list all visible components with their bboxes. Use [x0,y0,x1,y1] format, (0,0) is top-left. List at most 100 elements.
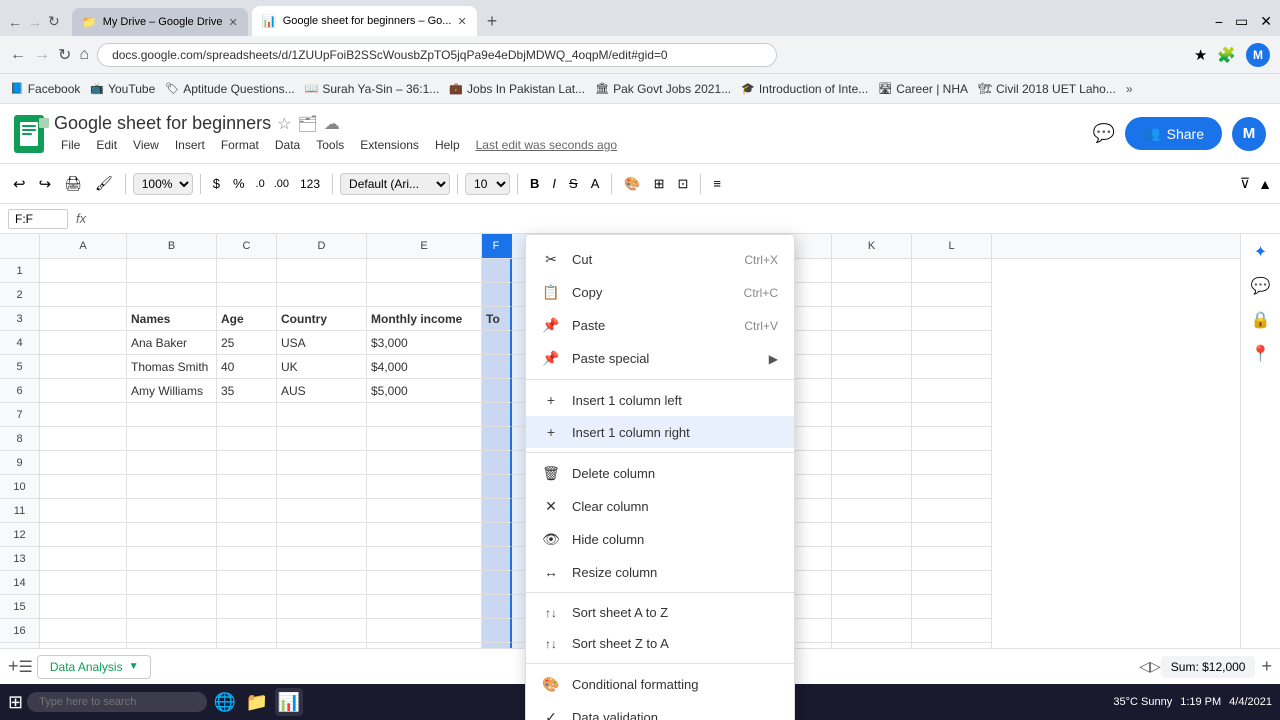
sheet-list-button[interactable]: ☰ [19,657,33,677]
grid-cell[interactable] [217,451,277,475]
grid-cell[interactable]: 35 [217,379,277,403]
ctx-paste[interactable]: 📌 Paste Ctrl+V [526,309,794,342]
grid-cell[interactable] [40,403,127,427]
address-input[interactable] [97,43,777,67]
cloud-icon[interactable]: ☁ [324,114,340,134]
scroll-right-button[interactable]: ▷ [1150,658,1161,675]
cell-reference-input[interactable] [8,209,68,229]
grid-cell[interactable] [832,355,912,379]
grid-cell[interactable] [40,331,127,355]
maximize-button[interactable]: ▭ [1235,13,1248,30]
grid-cell[interactable] [482,619,512,643]
grid-cell[interactable] [832,475,912,499]
grid-cell[interactable] [40,619,127,643]
grid-cell[interactable] [127,283,217,307]
grid-cell[interactable] [482,499,512,523]
grid-cell[interactable] [40,571,127,595]
grid-cell[interactable] [482,595,512,619]
col-header-k[interactable]: K [832,234,912,258]
bold-button[interactable]: B [525,172,544,195]
grid-cell[interactable]: $3,000 [367,331,482,355]
grid-cell[interactable]: Age [217,307,277,331]
col-header-a[interactable]: A [40,234,127,258]
menu-view[interactable]: View [126,136,166,154]
grid-cell[interactable] [832,427,912,451]
grid-cell[interactable]: UK [277,355,367,379]
grid-cell[interactable] [277,259,367,283]
ctx-delete-col[interactable]: 🗑 Delete column [526,457,794,490]
font-select[interactable]: Default (Ari... [340,173,450,195]
sidebar-explore-icon[interactable]: ✦ [1254,242,1267,262]
grid-cell[interactable] [40,427,127,451]
grid-cell[interactable] [832,259,912,283]
bookmark-intro[interactable]: 🎓Introduction of Inte... [741,82,868,96]
ctx-copy[interactable]: 📋 Copy Ctrl+C [526,276,794,309]
grid-cell[interactable] [832,619,912,643]
grid-cell[interactable] [912,595,992,619]
reload-button[interactable]: ↻ [48,13,60,30]
ctx-data-validation[interactable]: ✓ Data validation [526,701,794,720]
grid-cell[interactable] [912,403,992,427]
grid-cell[interactable] [40,475,127,499]
grid-cell[interactable] [912,547,992,571]
sheet-tab-data-analysis[interactable]: Data Analysis ▼ [37,655,152,679]
back-button[interactable]: ← [8,14,22,30]
grid-cell[interactable] [482,259,512,283]
grid-cell[interactable] [832,307,912,331]
grid-cell[interactable] [912,523,992,547]
grid-cell[interactable] [832,331,912,355]
bookmark-civil[interactable]: 🏗Civil 2018 UET Laho... [978,82,1116,96]
grid-cell[interactable] [40,499,127,523]
taskbar-explorer-icon[interactable]: 📁 [243,688,271,716]
print-button[interactable]: 🖨 [59,171,87,196]
grid-cell[interactable] [217,547,277,571]
col-header-d[interactable]: D [277,234,367,258]
grid-cell[interactable] [912,451,992,475]
sidebar-lock-icon[interactable]: 🔒 [1251,310,1271,330]
grid-cell[interactable]: Thomas Smith [127,355,217,379]
grid-cell[interactable] [367,283,482,307]
grid-cell[interactable] [367,451,482,475]
grid-cell[interactable] [367,259,482,283]
grid-cell[interactable] [127,259,217,283]
grid-cell[interactable] [127,427,217,451]
grid-cell[interactable] [482,283,512,307]
grid-cell[interactable] [277,595,367,619]
user-avatar[interactable]: M [1232,117,1266,151]
collapse-toolbar[interactable]: ▲ [1258,176,1272,192]
font-size-select[interactable]: 10 [465,173,510,195]
menu-data[interactable]: Data [268,136,307,154]
bookmark-surah[interactable]: 📖Surah Ya-Sin – 36:1... [305,82,440,96]
grid-cell[interactable] [127,619,217,643]
grid-cell[interactable] [912,499,992,523]
strikethrough-button[interactable]: S [564,172,583,195]
sheet-dropdown-icon[interactable]: ▼ [129,661,139,672]
grid-cell[interactable] [482,403,512,427]
ctx-clear-col[interactable]: ✕ Clear column [526,490,794,523]
ctx-sort-az[interactable]: ↑↓ Sort sheet A to Z [526,597,794,628]
ctx-insert-col-right[interactable]: + Insert 1 column right [526,416,794,448]
menu-insert[interactable]: Insert [168,136,212,154]
grid-cell[interactable] [482,475,512,499]
grid-cell[interactable]: Names [127,307,217,331]
grid-cell[interactable] [127,547,217,571]
close-button[interactable]: ✕ [1260,13,1272,30]
col-header-b[interactable]: B [127,234,217,258]
grid-cell[interactable] [367,547,482,571]
fill-color-button[interactable]: 🎨 [619,172,645,196]
add-sheet-button[interactable]: + [8,656,19,677]
grid-cell[interactable] [912,379,992,403]
new-tab-button[interactable]: + [481,11,504,32]
italic-button[interactable]: I [547,172,561,195]
home-button[interactable]: ⌂ [79,46,89,64]
grid-cell[interactable] [482,379,512,403]
grid-cell[interactable]: 25 [217,331,277,355]
grid-cell[interactable] [40,523,127,547]
grid-cell[interactable] [127,571,217,595]
col-header-e[interactable]: E [367,234,482,258]
grid-cell[interactable] [127,451,217,475]
decimal-decrease-button[interactable]: .0 [253,174,268,194]
decimal-increase-button[interactable]: .00 [271,174,292,194]
grid-cell[interactable] [912,259,992,283]
profile-icon[interactable]: M [1246,43,1270,67]
